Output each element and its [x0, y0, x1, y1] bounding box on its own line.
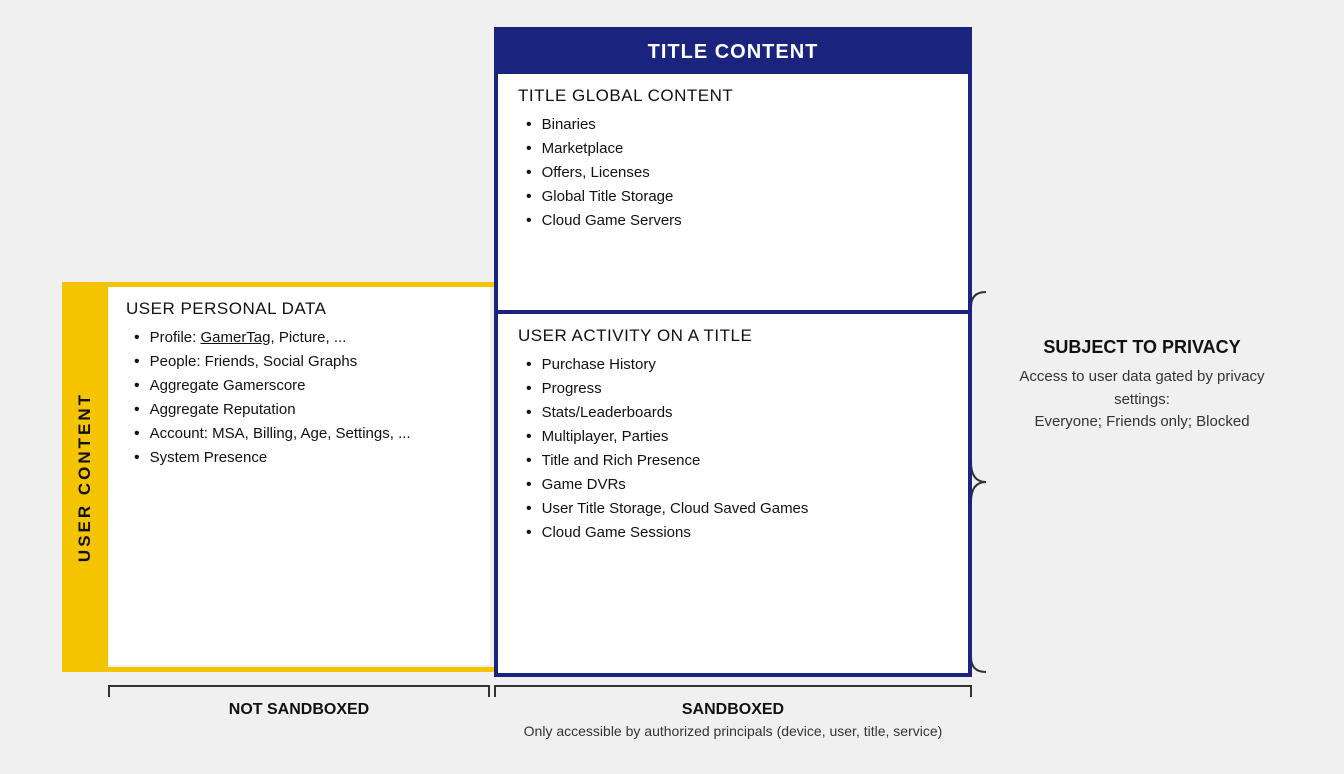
list-item-cloud-game-servers: Cloud Game Servers	[518, 212, 948, 230]
list-item-progress: Progress	[518, 380, 948, 398]
title-content-box: TITLE CONTENT TITLE GLOBAL CONTENT Binar…	[494, 27, 972, 677]
list-item-people: People: Friends, Social Graphs	[126, 353, 472, 371]
list-item-gamerscore: Aggregate Gamerscore	[126, 377, 472, 395]
list-item-account: Account: MSA, Billing, Age, Settings, ..…	[126, 425, 472, 443]
title-global-content-list: Binaries Marketplace Offers, Licenses Gl…	[518, 116, 948, 230]
user-content-label: USER CONTENT	[62, 282, 108, 672]
user-personal-data-section: USER PERSONAL DATA Profile: GamerTag, Pi…	[108, 287, 490, 665]
list-item-cloud-sessions: Cloud Game Sessions	[518, 524, 948, 542]
user-personal-data-title: USER PERSONAL DATA	[126, 299, 472, 319]
not-sandboxed-label: NOT SANDBOXED	[108, 685, 490, 719]
user-activity-title: USER ACTIVITY ON A TITLE	[518, 326, 948, 346]
diagram-container: TITLE CONTENT TITLE GLOBAL CONTENT Binar…	[32, 17, 1312, 757]
user-activity-section: USER ACTIVITY ON A TITLE Purchase Histor…	[498, 314, 968, 564]
privacy-title: SUBJECT TO PRIVACY	[992, 337, 1292, 358]
privacy-section: SUBJECT TO PRIVACY Access to user data g…	[992, 337, 1292, 434]
list-item-game-dvrs: Game DVRs	[518, 476, 948, 494]
privacy-body: Access to user data gated by privacy set…	[992, 366, 1292, 411]
not-sandboxed-bracket	[108, 685, 490, 697]
sandboxed-bracket	[494, 685, 972, 697]
sandboxed-label: SANDBOXED Only accessible by authorized …	[494, 685, 972, 739]
list-item-rich-presence: Title and Rich Presence	[518, 452, 948, 470]
title-global-content-section: TITLE GLOBAL CONTENT Binaries Marketplac…	[498, 74, 968, 314]
user-activity-list: Purchase History Progress Stats/Leaderbo…	[518, 356, 948, 542]
list-item-marketplace: Marketplace	[518, 140, 948, 158]
not-sandboxed-text: NOT SANDBOXED	[229, 701, 369, 718]
list-item-stats: Stats/Leaderboards	[518, 404, 948, 422]
list-item-system-presence: System Presence	[126, 449, 472, 467]
title-content-header: TITLE CONTENT	[498, 31, 968, 74]
list-item-purchase-history: Purchase History	[518, 356, 948, 374]
list-item-reputation: Aggregate Reputation	[126, 401, 472, 419]
sandboxed-sub-text: Only accessible by authorized principals…	[494, 723, 972, 739]
list-item-global-title-storage: Global Title Storage	[518, 188, 948, 206]
gamertag-text: GamerTag	[200, 329, 270, 346]
list-item-offers: Offers, Licenses	[518, 164, 948, 182]
user-personal-data-list: Profile: GamerTag, Picture, ... People: …	[126, 329, 472, 467]
privacy-options: Everyone; Friends only; Blocked	[992, 411, 1292, 434]
list-item-binaries: Binaries	[518, 116, 948, 134]
list-item-multiplayer: Multiplayer, Parties	[518, 428, 948, 446]
list-item-title-storage: User Title Storage, Cloud Saved Games	[518, 500, 948, 518]
title-global-content-title: TITLE GLOBAL CONTENT	[518, 86, 948, 106]
list-item-profile: Profile: GamerTag, Picture, ...	[126, 329, 472, 347]
sandboxed-text: SANDBOXED	[682, 701, 784, 718]
